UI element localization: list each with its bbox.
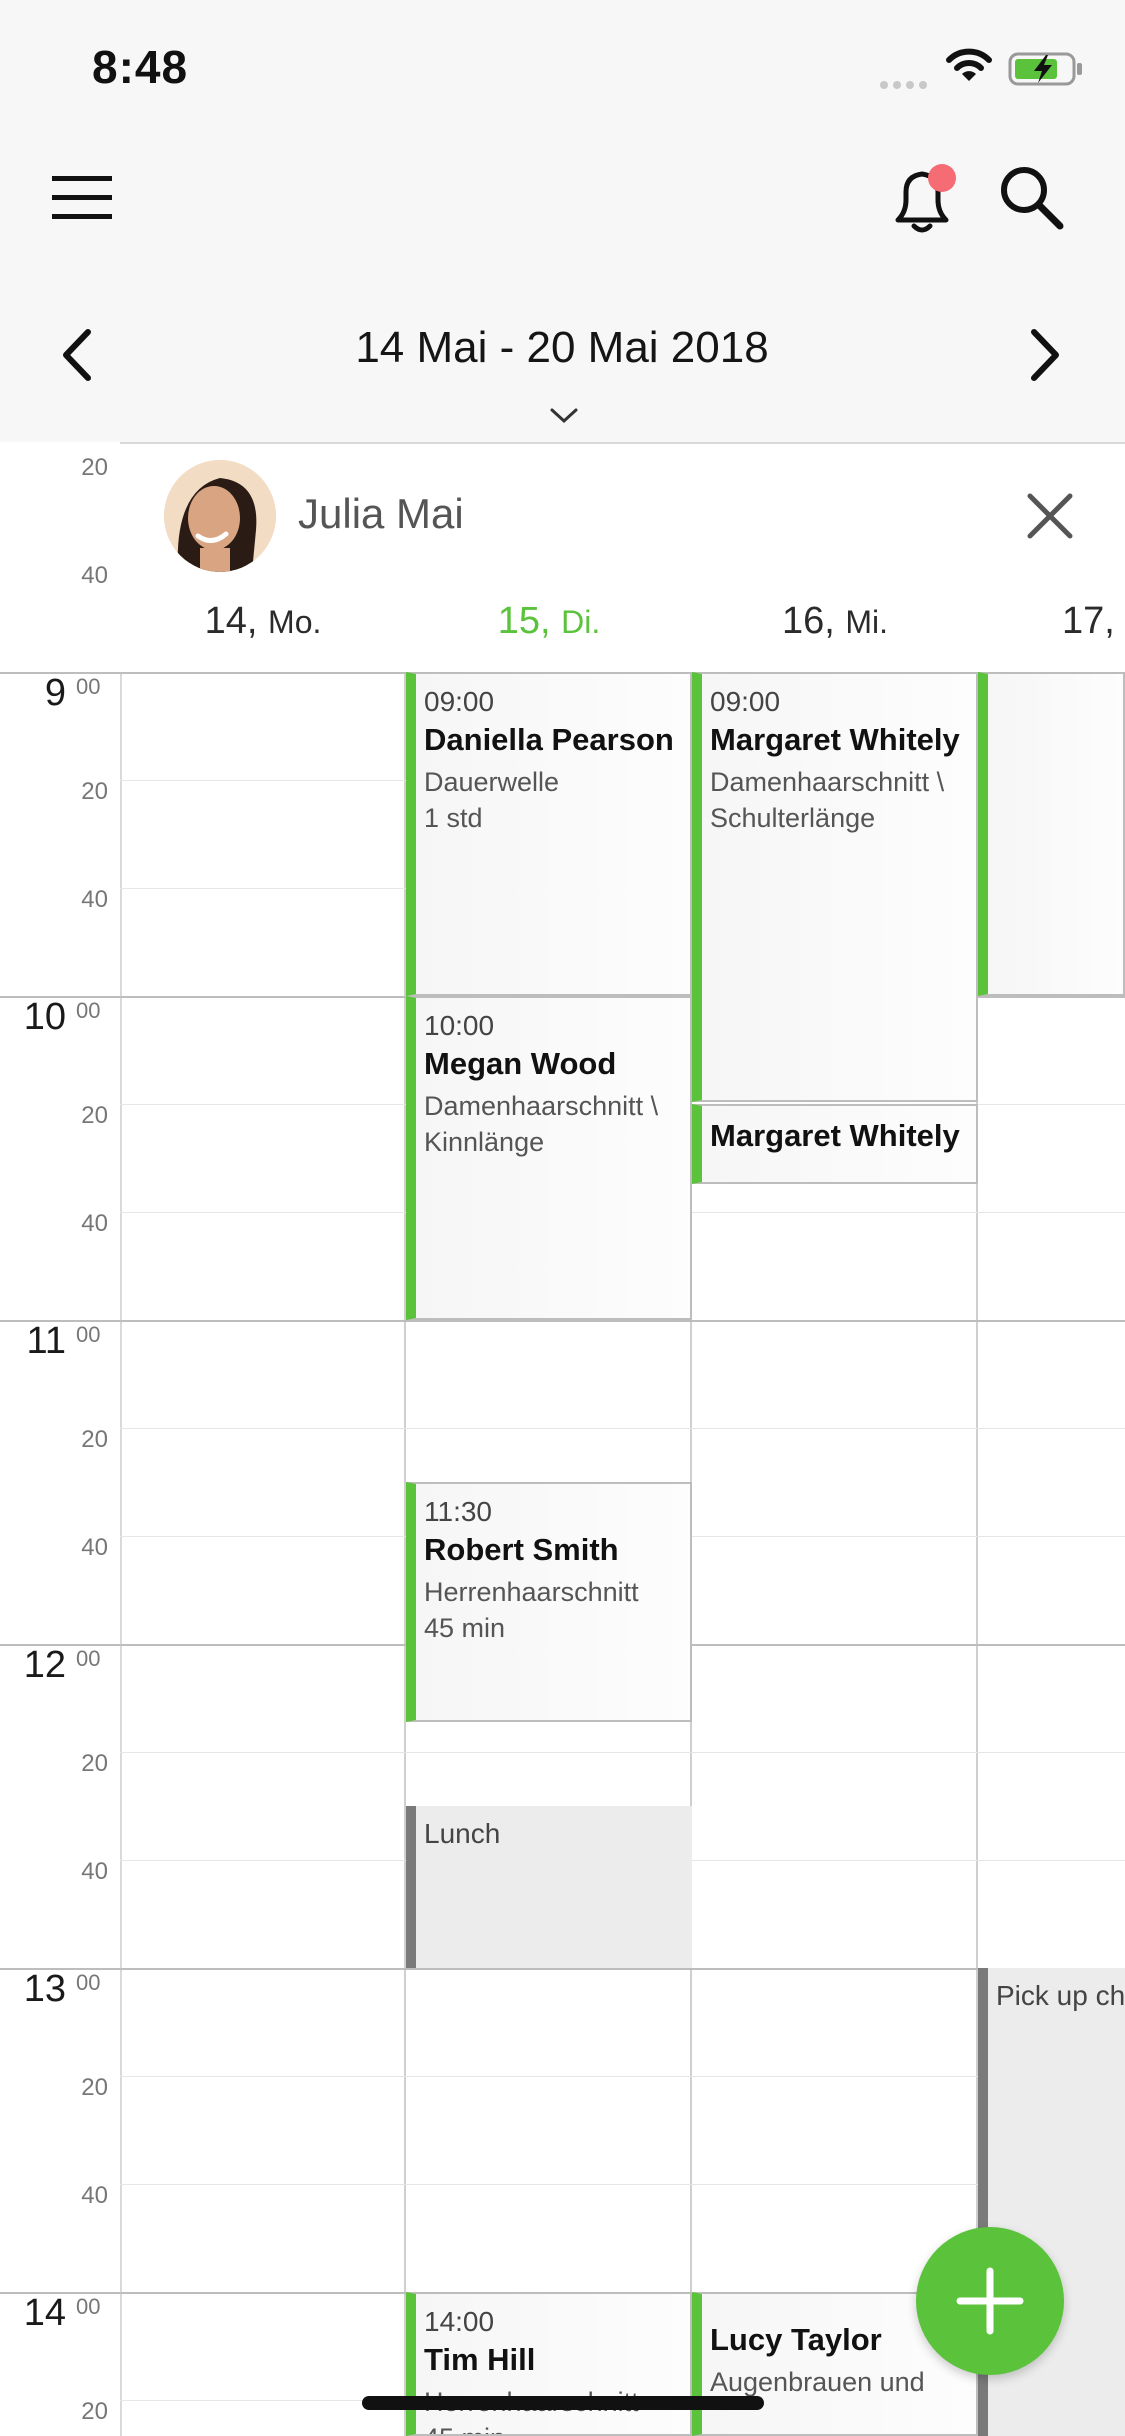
- battery-icon: [1008, 51, 1084, 92]
- weekday: Di.: [561, 604, 601, 640]
- hour-gridline: [0, 1320, 1125, 1322]
- client-name: Daniella Pearson: [424, 722, 674, 757]
- appointment-card[interactable]: 11:30 Robert Smith Herrenhaarschnitt 45 …: [406, 1482, 692, 1722]
- weekday: Mi.: [845, 604, 889, 640]
- appointment-card[interactable]: 14:00 Tim Hill Herrenhaarschnitt 45 min: [406, 2292, 692, 2436]
- week-range-title[interactable]: 14 Mai - 20 Mai 2018: [262, 323, 862, 373]
- day-column-header[interactable]: 17,: [1062, 600, 1125, 643]
- appointment-time: 14:00: [424, 2306, 495, 2337]
- service-detail: Schulterlänge: [710, 803, 876, 833]
- minute-label: 40: [81, 2182, 108, 2209]
- minute-gridline: [120, 2076, 1125, 2077]
- wifi-icon: [946, 48, 992, 89]
- resource-name: Julia Mai: [298, 490, 464, 537]
- service-name: Herrenhaarschnitt: [424, 1577, 639, 1607]
- service-name: Damenhaarschnitt \: [710, 767, 945, 797]
- previous-week-chevron-icon[interactable]: [52, 322, 102, 388]
- appointment-card[interactable]: Margaret Whitely: [692, 1104, 978, 1184]
- minute-label: 40: [81, 1858, 108, 1885]
- avatar[interactable]: [164, 460, 276, 572]
- client-name: Tim Hill: [424, 2342, 536, 2377]
- appointment-duration: 45 min: [424, 1613, 506, 1643]
- day-number: 14: [204, 600, 247, 642]
- hour-label: 12: [23, 1644, 66, 1686]
- close-icon[interactable]: [1022, 488, 1078, 544]
- day-number: 15: [497, 600, 541, 642]
- appointment-time: 09:00: [424, 686, 495, 717]
- appointment-duration: 1 std: [424, 803, 483, 833]
- hour-label: 9: [44, 672, 66, 714]
- menu-icon[interactable]: [50, 170, 114, 226]
- cellular-signal-icon: [880, 76, 932, 94]
- day-column-header[interactable]: 16, Mi.: [692, 600, 978, 643]
- chevron-down-icon[interactable]: [546, 405, 582, 427]
- blocked-time-label: Pick up ch: [996, 1980, 1125, 2011]
- blocked-time-label: Lunch: [424, 1818, 501, 1849]
- hour-minute-label: 00: [76, 998, 101, 1023]
- client-name: Robert Smith: [424, 1532, 619, 1567]
- minute-label: 40: [81, 1534, 108, 1561]
- hour-label: 11: [26, 1320, 66, 1362]
- appointment-card[interactable]: 09:00 Margaret Whitely Damenhaarschnitt …: [692, 672, 978, 1102]
- hour-label: 13: [23, 1968, 66, 2010]
- next-week-chevron-icon[interactable]: [1020, 322, 1070, 388]
- minute-label: 20: [81, 2074, 108, 2101]
- service-detail: Kinnlänge: [424, 1127, 545, 1157]
- appointment-duration: 45 min: [424, 2420, 690, 2434]
- hour-label: 10: [23, 996, 66, 1038]
- day-column-header[interactable]: 14, Mo.: [120, 600, 406, 643]
- day-number: 17: [1062, 600, 1105, 642]
- minute-label: 40: [81, 562, 108, 589]
- minute-label: 40: [81, 1210, 108, 1237]
- minute-label: 20: [81, 1750, 108, 1777]
- day-column-header-today[interactable]: 15, Di.: [406, 600, 692, 643]
- appointment-card[interactable]: 10:00 Megan Wood Damenhaarschnitt \ Kinn…: [406, 996, 692, 1320]
- hour-minute-label: 00: [76, 674, 101, 699]
- service-name: Damenhaarschnitt \: [424, 1091, 659, 1121]
- appointment-card[interactable]: [978, 672, 1125, 996]
- weekday: Mo.: [268, 604, 322, 640]
- notifications-bell-icon[interactable]: [888, 160, 958, 240]
- hour-minute-label: 00: [76, 1970, 101, 1995]
- minute-label: 20: [81, 454, 108, 481]
- home-indicator: [362, 2396, 764, 2410]
- client-name: Margaret Whitely: [710, 1118, 960, 1153]
- minute-gridline: [120, 2184, 1125, 2185]
- client-name: Margaret Whitely: [710, 722, 960, 757]
- status-time: 8:48: [92, 41, 189, 93]
- hour-gridline: [0, 1968, 1125, 1970]
- search-icon[interactable]: [996, 162, 1066, 232]
- hour-minute-label: 00: [76, 1646, 101, 1671]
- service-name: Dauerwelle: [424, 767, 560, 797]
- minute-label: 40: [81, 886, 108, 913]
- minute-label: 20: [81, 1102, 108, 1129]
- plus-icon: [956, 2267, 1024, 2335]
- blocked-time-card[interactable]: Lunch: [406, 1806, 692, 1968]
- hour-minute-label: 00: [76, 1322, 101, 1347]
- client-name: Megan Wood: [424, 1046, 617, 1081]
- minute-gridline: [120, 1752, 1125, 1753]
- minute-label: 20: [81, 778, 108, 805]
- minute-gridline: [120, 1428, 1125, 1429]
- day-number: 16: [781, 600, 825, 642]
- minute-label: 20: [81, 1426, 108, 1453]
- appointment-time: 10:00: [424, 1010, 495, 1041]
- appointment-time: 09:00: [710, 686, 781, 717]
- add-appointment-button[interactable]: [916, 2227, 1064, 2375]
- hour-label: 14: [23, 2292, 66, 2334]
- minute-label: 20: [81, 2398, 108, 2425]
- appointment-time: 11:30: [424, 1496, 492, 1527]
- appointment-card[interactable]: 09:00 Daniella Pearson Dauerwelle 1 std: [406, 672, 692, 996]
- hour-minute-label: 00: [76, 2294, 101, 2319]
